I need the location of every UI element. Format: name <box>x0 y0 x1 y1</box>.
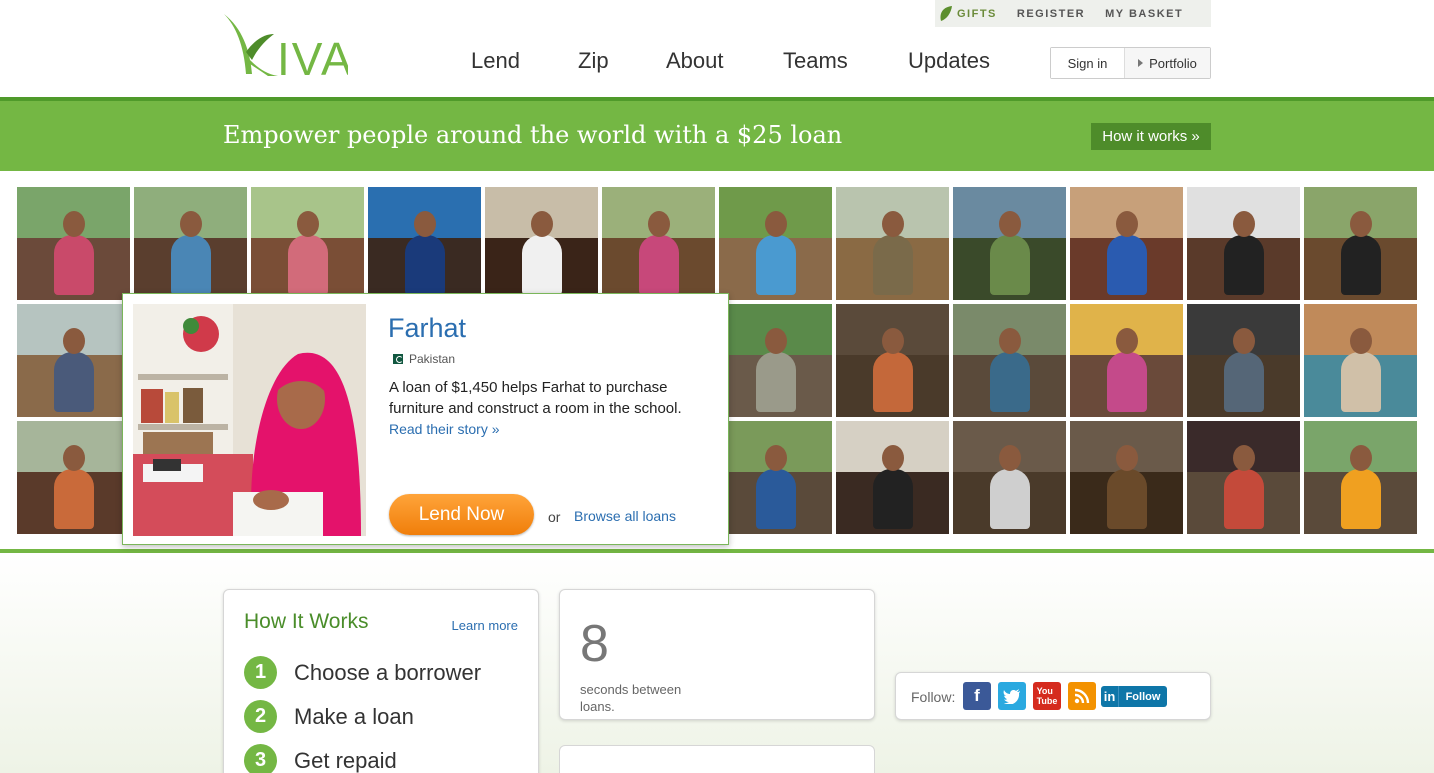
borrower-photo-tile[interactable] <box>1187 304 1300 417</box>
nav-lend[interactable]: Lend <box>471 48 520 74</box>
borrower-photo-tile[interactable] <box>17 187 130 300</box>
kiva-logo[interactable]: IVA <box>222 12 348 78</box>
facebook-icon[interactable]: f <box>963 682 991 710</box>
how-it-works-button[interactable]: How it works » <box>1091 123 1211 150</box>
sign-in-button[interactable]: Sign in <box>1051 48 1124 78</box>
learn-more-link[interactable]: Learn more <box>452 618 518 633</box>
step-label: Choose a borrower <box>294 659 482 685</box>
nav-about[interactable]: About <box>666 48 724 74</box>
step-label: Make a loan <box>294 703 414 729</box>
nav-teams[interactable]: Teams <box>783 48 848 74</box>
linkedin-follow-label: Follow <box>1125 690 1161 703</box>
portfolio-button[interactable]: Portfolio <box>1124 48 1210 78</box>
borrower-photo-tile[interactable] <box>17 421 130 534</box>
borrower-photo-tile[interactable] <box>1187 187 1300 300</box>
stat-number: 8 <box>580 615 609 673</box>
borrower-photo-tile[interactable] <box>1070 421 1183 534</box>
step-make-loan: 2 Make a loan <box>244 700 414 733</box>
borrower-country: Pakistan <box>389 352 455 366</box>
borrower-photo[interactable] <box>133 304 366 536</box>
borrower-photo-tile[interactable] <box>953 187 1066 300</box>
account-box: Sign in Portfolio <box>1050 47 1211 79</box>
borrower-photo-tile[interactable] <box>1304 187 1417 300</box>
borrower-photo-tile[interactable] <box>836 187 949 300</box>
lend-now-button[interactable]: Lend Now <box>389 494 534 535</box>
gifts-label: GIFTS <box>957 7 997 20</box>
follow-card: Follow: f You Tube in Follow <box>895 672 1211 720</box>
gifts-link[interactable]: GIFTS <box>940 5 997 21</box>
utility-bar: GIFTS REGISTER MY BASKET <box>935 0 1211 27</box>
twitter-icon[interactable] <box>998 682 1026 710</box>
portfolio-label: Portfolio <box>1149 55 1197 71</box>
rss-icon[interactable] <box>1068 682 1096 710</box>
pakistan-flag-icon <box>389 354 403 364</box>
borrower-photo-tile[interactable] <box>1070 304 1183 417</box>
borrower-photo-tile[interactable] <box>17 304 130 417</box>
step-choose-borrower: 1 Choose a borrower <box>244 656 481 689</box>
leaf-icon <box>940 5 952 21</box>
borrower-photo-tile[interactable] <box>602 187 715 300</box>
borrower-photo-tile[interactable] <box>1070 187 1183 300</box>
loan-stat-card: 8 seconds between loans. <box>559 589 875 720</box>
nav-zip[interactable]: Zip <box>578 48 609 74</box>
register-link[interactable]: REGISTER <box>1017 8 1085 20</box>
how-it-works-card: How It Works Learn more 1 Choose a borro… <box>223 589 539 773</box>
next-card <box>559 745 875 773</box>
borrower-name[interactable]: Farhat <box>388 313 466 344</box>
borrower-photo-tile[interactable] <box>836 421 949 534</box>
read-story-link[interactable]: Read their story » <box>389 421 500 437</box>
borrower-photo-tile[interactable] <box>953 421 1066 534</box>
play-arrow-icon <box>1138 59 1144 67</box>
borrower-photo-tile[interactable] <box>1304 304 1417 417</box>
or-text: or <box>548 509 561 525</box>
youtube-icon[interactable]: You Tube <box>1033 682 1061 710</box>
site-header: IVA GIFTS REGISTER MY BASKET Lend Zip Ab… <box>0 0 1434 97</box>
borrower-photo-tile[interactable] <box>719 421 832 534</box>
borrower-photo-tile[interactable] <box>485 187 598 300</box>
borrower-photo-tile[interactable] <box>1187 421 1300 534</box>
hero-banner: Empower people around the world with a $… <box>0 101 1434 171</box>
loan-description: A loan of $1,450 helps Farhat to purchas… <box>389 379 682 417</box>
borrower-photo-tile[interactable] <box>719 304 832 417</box>
linkedin-follow-button[interactable]: in Follow <box>1101 686 1167 707</box>
borrower-photo-tile[interactable] <box>719 187 832 300</box>
step-number: 1 <box>244 656 277 689</box>
browse-all-loans-link[interactable]: Browse all loans <box>574 508 676 524</box>
step-number: 2 <box>244 700 277 733</box>
borrower-photo-tile[interactable] <box>953 304 1066 417</box>
banner-headline: Empower people around the world with a $… <box>223 121 843 149</box>
nav-updates[interactable]: Updates <box>908 48 990 74</box>
follow-label: Follow: <box>911 689 956 705</box>
step-number: 3 <box>244 744 277 773</box>
stat-label: seconds between loans. <box>580 682 682 714</box>
country-label: Pakistan <box>409 352 456 366</box>
featured-loan-card: Farhat Pakistan A loan of $1,450 helps F… <box>122 293 729 545</box>
borrower-photo-tile[interactable] <box>368 187 481 300</box>
step-get-repaid: 3 Get repaid <box>244 744 397 773</box>
how-it-works-title: How It Works <box>244 610 369 633</box>
borrower-photo-tile[interactable] <box>1304 421 1417 534</box>
borrower-photo-tile[interactable] <box>134 187 247 300</box>
borrower-photo-tile[interactable] <box>251 187 364 300</box>
linkedin-icon: in <box>1101 686 1119 707</box>
borrower-photo-tile[interactable] <box>836 304 949 417</box>
svg-text:IVA: IVA <box>277 33 348 78</box>
step-label: Get repaid <box>294 747 397 773</box>
my-basket-link[interactable]: MY BASKET <box>1105 8 1183 20</box>
